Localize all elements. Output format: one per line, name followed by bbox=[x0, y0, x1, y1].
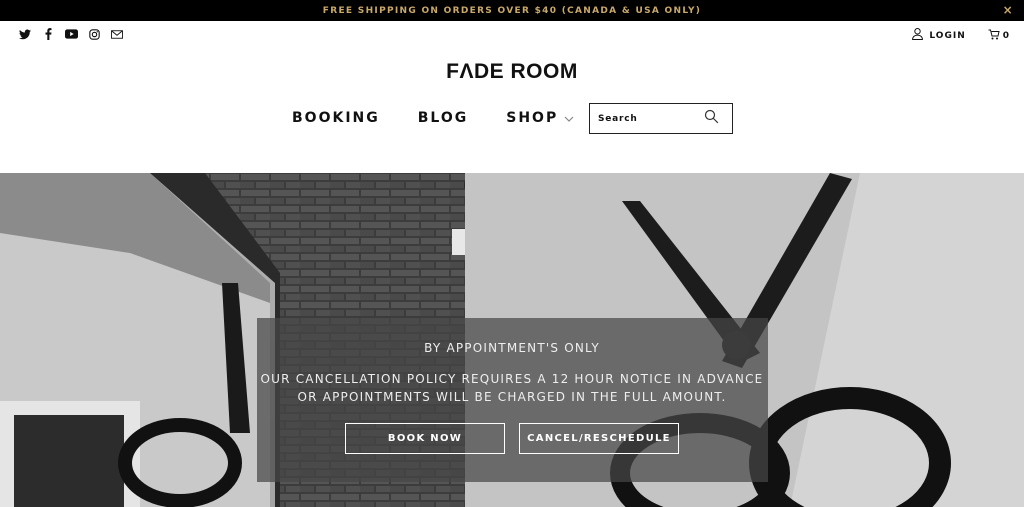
nav-blog-label: BLOG bbox=[417, 110, 469, 126]
instagram-icon[interactable] bbox=[87, 27, 101, 41]
policy-line-1: OUR CANCELLATION POLICY REQUIRES A 12 HO… bbox=[260, 372, 764, 386]
search-box bbox=[589, 103, 733, 134]
account-links: LOGIN 0 bbox=[912, 28, 1010, 43]
twitter-icon[interactable] bbox=[18, 27, 32, 41]
youtube-icon[interactable] bbox=[64, 27, 78, 41]
policy-line-2: OR APPOINTMENTS WILL BE CHARGED IN THE F… bbox=[297, 390, 727, 404]
book-now-button[interactable]: BOOK NOW bbox=[345, 423, 505, 454]
policy-text: OUR CANCELLATION POLICY REQUIRES A 12 HO… bbox=[0, 370, 1024, 406]
cancel-reschedule-button[interactable]: CANCEL/RESCHEDULE bbox=[519, 423, 679, 454]
search-icon[interactable] bbox=[704, 109, 719, 128]
facebook-icon[interactable] bbox=[41, 27, 55, 41]
login-label: LOGIN bbox=[929, 30, 966, 41]
nav-shop-label: SHOP bbox=[506, 110, 559, 126]
nav-booking[interactable]: BOOKING bbox=[292, 110, 380, 126]
chevron-down-icon bbox=[564, 110, 574, 126]
main-nav: BOOKING BLOG SHOP bbox=[292, 110, 612, 126]
email-icon[interactable] bbox=[110, 27, 124, 41]
social-links bbox=[18, 27, 124, 41]
nav-blog[interactable]: BLOG bbox=[418, 110, 469, 126]
close-icon[interactable]: × bbox=[1003, 3, 1014, 17]
nav-shop[interactable]: SHOP bbox=[506, 110, 574, 126]
brand-logo[interactable]: FΛDE ROOM bbox=[0, 60, 1024, 84]
nav-booking-label: BOOKING bbox=[292, 110, 380, 126]
announcement-text: FREE SHIPPING ON ORDERS OVER $40 (CANADA… bbox=[322, 5, 702, 16]
cart-link[interactable]: 0 bbox=[988, 29, 1010, 43]
hero-title: BY APPOINTMENT'S ONLY bbox=[424, 341, 600, 355]
announcement-bar: FREE SHIPPING ON ORDERS OVER $40 (CANADA… bbox=[0, 0, 1024, 21]
cart-count: 0 bbox=[1002, 30, 1010, 41]
cart-icon bbox=[988, 29, 1000, 43]
search-input[interactable] bbox=[598, 113, 704, 124]
hero-banner bbox=[0, 173, 1024, 507]
user-icon bbox=[912, 28, 924, 43]
login-link[interactable]: LOGIN bbox=[912, 28, 965, 43]
